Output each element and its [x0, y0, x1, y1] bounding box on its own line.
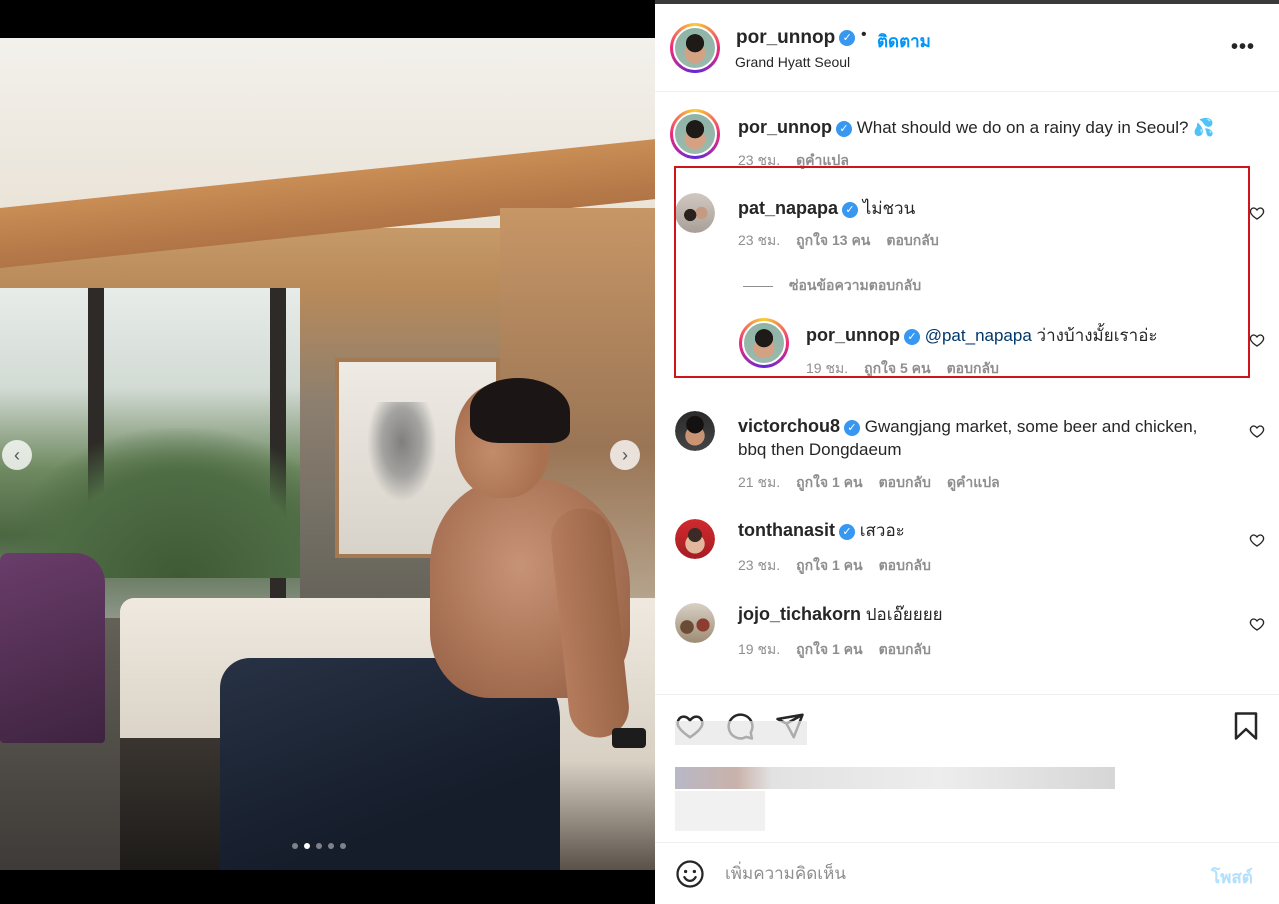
comment-username[interactable]: por_unnop	[806, 325, 900, 345]
caption-comment: por_unnop ✓ What should we do on a rainy …	[655, 105, 1279, 175]
save-bookmark-icon[interactable]	[1231, 711, 1261, 741]
post-comment-button[interactable]: โพสต์	[1211, 864, 1253, 891]
comment-username[interactable]: victorchou8	[738, 416, 840, 436]
comment-item: victorchou8 ✓ Gwangjang market, some beer…	[655, 409, 1279, 490]
verified-badge-icon: ✓	[842, 201, 859, 218]
comment-time: 23 ชม.	[738, 232, 781, 248]
likes-count[interactable]: ถูกใจ 1 คน	[796, 639, 863, 661]
mention-link[interactable]: @pat_napapa	[925, 326, 1032, 345]
post-action-bar	[655, 694, 1279, 842]
carousel-dot	[340, 843, 346, 849]
author-username[interactable]: por_unnop ✓	[736, 27, 856, 49]
post-photo	[0, 38, 655, 870]
like-comment-heart-icon[interactable]	[1249, 532, 1265, 548]
hide-replies-label[interactable]: ซ่อนข้อความตอบกลับ	[789, 275, 921, 297]
commenter-avatar[interactable]	[675, 411, 715, 451]
likes-count[interactable]: ถูกใจ 1 คน	[796, 555, 863, 577]
comment-time: 21 ชม.	[738, 474, 781, 490]
verified-badge-icon: ✓	[839, 523, 855, 540]
carousel-dot	[292, 843, 298, 849]
comment-username[interactable]: pat_napapa	[738, 198, 838, 218]
blurred-date-area	[675, 791, 765, 831]
comment-text: ไม่ชวน	[862, 199, 916, 218]
commenter-avatar[interactable]	[675, 519, 715, 559]
reply-button[interactable]: ตอบกลับ	[947, 358, 999, 380]
reply-button[interactable]: ตอบกลับ	[879, 639, 931, 661]
like-comment-heart-icon[interactable]	[1249, 332, 1265, 348]
carousel-dot	[328, 843, 334, 849]
comment-text: ว่างบ้างมั้ยเราอ่ะ	[1036, 326, 1158, 345]
commenter-avatar[interactable]	[739, 318, 789, 368]
post-side-panel: por_unnop ✓ • ติดตาม Grand Hyatt Seoul ••…	[655, 4, 1279, 904]
comment-username[interactable]: tonthanasit	[738, 520, 835, 540]
hide-replies-toggle[interactable]: ซ่อนข้อความตอบกลับ	[743, 275, 921, 297]
follow-button[interactable]: ติดตาม	[877, 28, 931, 55]
reply-item: por_unnop ✓ @pat_napapa ว่างบ้างมั้ยเราอ่…	[655, 318, 1279, 378]
commenter-avatar[interactable]	[670, 109, 720, 159]
post-location[interactable]: Grand Hyatt Seoul	[735, 54, 850, 70]
carousel-indicator	[292, 843, 346, 849]
reply-button[interactable]: ตอบกลับ	[879, 555, 931, 577]
comment-list[interactable]: por_unnop ✓ What should we do on a rainy …	[655, 93, 1279, 693]
reply-button[interactable]: ตอบกลับ	[879, 472, 931, 494]
comment-time: 19 ชม.	[738, 641, 781, 657]
verified-badge-icon: ✓	[903, 328, 920, 345]
emoji-icon[interactable]	[675, 859, 705, 889]
commenter-avatar[interactable]	[675, 603, 715, 643]
instagram-post-viewer: ‹ › por_unnop ✓ • ติดตาม Grand Hyatt Seou…	[0, 0, 1279, 904]
author-username-text[interactable]: por_unnop	[736, 27, 835, 48]
header-separator: •	[861, 26, 867, 43]
carousel-next-button[interactable]: ›	[610, 440, 640, 470]
like-comment-heart-icon[interactable]	[1249, 205, 1265, 221]
chevron-left-icon: ‹	[14, 444, 20, 465]
blurred-liked-by-area	[675, 767, 1115, 789]
blurred-likes-area	[675, 721, 807, 745]
comment-item: jojo_tichakorn ปอเอ๊ยยยย 19 ชม. ถูกใจ 1 …	[655, 603, 1279, 663]
media-pane: ‹ ›	[0, 0, 655, 904]
verified-badge-icon: ✓	[844, 419, 861, 436]
post-header: por_unnop ✓ • ติดตาม Grand Hyatt Seoul ••…	[655, 4, 1279, 92]
reply-button[interactable]: ตอบกลับ	[886, 230, 938, 252]
comment-username[interactable]: por_unnop	[738, 117, 832, 137]
comment-item: pat_napapa ✓ ไม่ชวน 23 ชม. ถูกใจ 13 คน ตอ…	[655, 193, 1279, 253]
like-comment-heart-icon[interactable]	[1249, 616, 1265, 632]
comment-item: tonthanasit ✓ เสวอะ 23 ชม. ถูกใจ 1 คน ตอบ…	[655, 519, 1279, 579]
like-comment-heart-icon[interactable]	[1249, 423, 1265, 439]
comment-time: 23 ชม.	[738, 557, 781, 573]
comment-time: 19 ชม.	[806, 360, 849, 376]
comment-text: เสวอะ	[859, 521, 905, 540]
carousel-dot	[304, 843, 310, 849]
author-avatar[interactable]	[670, 23, 720, 73]
chevron-right-icon: ›	[622, 444, 628, 465]
comment-text: ปอเอ๊ยยยย	[865, 605, 943, 624]
likes-count[interactable]: ถูกใจ 1 คน	[796, 472, 863, 494]
divider	[743, 285, 773, 287]
translate-button[interactable]: ดูคำแปล	[796, 150, 849, 172]
comment-time: 23 ชม.	[738, 152, 781, 168]
more-options-icon[interactable]: •••	[1231, 36, 1255, 59]
comment-composer: โพสต์	[655, 842, 1279, 904]
comment-text: What should we do on a rainy day in Seou…	[856, 118, 1215, 137]
carousel-prev-button[interactable]: ‹	[2, 440, 32, 470]
comment-username[interactable]: jojo_tichakorn	[738, 604, 861, 624]
verified-badge-icon: ✓	[835, 120, 852, 137]
carousel-dot	[316, 843, 322, 849]
translate-button[interactable]: ดูคำแปล	[947, 472, 1000, 494]
likes-count[interactable]: ถูกใจ 13 คน	[796, 230, 870, 252]
likes-count[interactable]: ถูกใจ 5 คน	[864, 358, 931, 380]
verified-badge-icon: ✓	[839, 29, 856, 46]
commenter-avatar[interactable]	[675, 193, 715, 233]
comment-input[interactable]	[725, 859, 1185, 889]
